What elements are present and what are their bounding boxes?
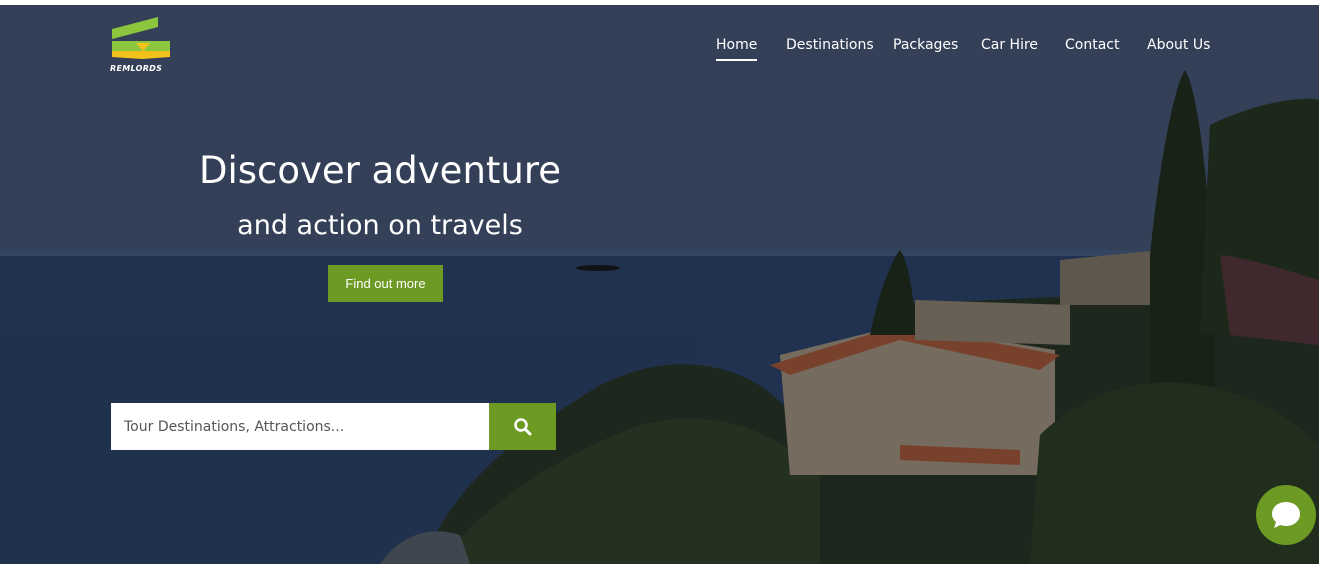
nav-item-destinations[interactable]: Destinations — [786, 37, 874, 53]
nav-item-home[interactable]: Home — [716, 37, 758, 61]
dark-overlay — [0, 5, 1319, 564]
chat-button[interactable] — [1256, 485, 1316, 545]
search-button[interactable] — [489, 403, 556, 450]
search-icon — [513, 417, 531, 435]
hero-subhead: and action on travels — [237, 210, 523, 241]
main-nav: Home Destinations Packages Car Hire Cont… — [0, 37, 1319, 67]
hero-banner: REMLORDS Home Destinations Packages Car … — [0, 5, 1319, 564]
hero-headline: Discover adventure — [198, 149, 562, 192]
nav-item-contact[interactable]: Contact — [1065, 37, 1119, 53]
search-bar — [111, 403, 556, 450]
nav-item-packages[interactable]: Packages — [893, 37, 958, 53]
nav-item-car-hire[interactable]: Car Hire — [981, 37, 1038, 53]
nav-item-about-us[interactable]: About Us — [1147, 37, 1210, 53]
find-out-more-button[interactable]: Find out more — [328, 265, 443, 302]
search-input[interactable] — [111, 403, 489, 450]
chat-bubble-icon — [1272, 502, 1300, 528]
